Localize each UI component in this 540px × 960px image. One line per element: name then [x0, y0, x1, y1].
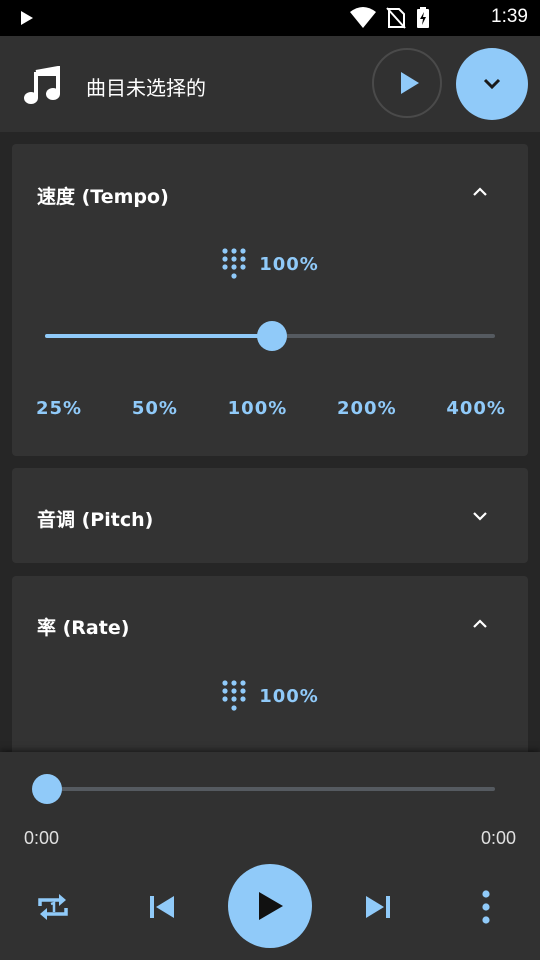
chevron-down-icon — [483, 78, 501, 90]
pitch-title: 音调 (Pitch) — [37, 509, 154, 531]
tempo-value-row[interactable]: 100% — [12, 248, 528, 280]
preset-25[interactable]: 25% — [36, 398, 82, 419]
tempo-slider-thumb[interactable] — [257, 321, 287, 351]
rate-title: 率 (Rate) — [37, 617, 130, 639]
tempo-title: 速度 (Tempo) — [37, 186, 169, 208]
repeat-one-icon[interactable] — [34, 888, 72, 926]
rate-value: 100% — [259, 685, 319, 707]
rate-card: 率 (Rate) 100% — [12, 576, 528, 766]
seek-track[interactable] — [46, 787, 495, 791]
rate-value-row[interactable]: 100% — [12, 680, 528, 712]
dialpad-icon — [222, 248, 246, 279]
main-play-button[interactable] — [228, 864, 312, 948]
preset-100[interactable]: 100% — [228, 398, 288, 419]
dialpad-icon — [222, 680, 246, 711]
tempo-presets: 25% 50% 100% 200% 400% — [36, 398, 506, 419]
play-icon — [259, 892, 283, 920]
seek-thumb[interactable] — [32, 774, 62, 804]
track-title: 曲目未选择的 — [86, 76, 206, 100]
preset-200[interactable]: 200% — [337, 398, 397, 419]
preset-50[interactable]: 50% — [132, 398, 178, 419]
more-vert-icon[interactable] — [478, 888, 494, 926]
no-sim-icon — [386, 7, 406, 29]
skip-previous-icon[interactable] — [148, 893, 176, 921]
chevron-up-icon[interactable] — [472, 184, 488, 200]
wifi-icon — [350, 7, 376, 28]
play-icon — [401, 72, 419, 94]
header-play-button[interactable] — [372, 48, 442, 118]
tempo-card: 速度 (Tempo) 100% 25% 50% 100% 200% 400% — [12, 144, 528, 456]
player-controls: 0:00 0:00 — [0, 752, 540, 960]
skip-next-icon[interactable] — [364, 893, 392, 921]
chevron-down-icon[interactable] — [472, 508, 488, 524]
total-time: 0:00 — [480, 828, 516, 848]
now-playing-header: 曲目未选择的 — [0, 36, 540, 132]
preset-400[interactable]: 400% — [446, 398, 506, 419]
battery-charging-icon — [417, 7, 429, 28]
play-indicator-icon — [21, 11, 33, 25]
current-time: 0:00 — [24, 828, 60, 848]
tempo-value: 100% — [259, 253, 319, 275]
status-bar: 1:39 — [0, 0, 540, 36]
music-note-icon — [24, 66, 60, 104]
chevron-up-icon[interactable] — [472, 616, 488, 632]
collapse-button[interactable] — [456, 48, 528, 120]
status-time: 1:39 — [491, 6, 528, 27]
pitch-card[interactable]: 音调 (Pitch) — [12, 468, 528, 563]
tempo-slider-fill — [45, 334, 270, 338]
